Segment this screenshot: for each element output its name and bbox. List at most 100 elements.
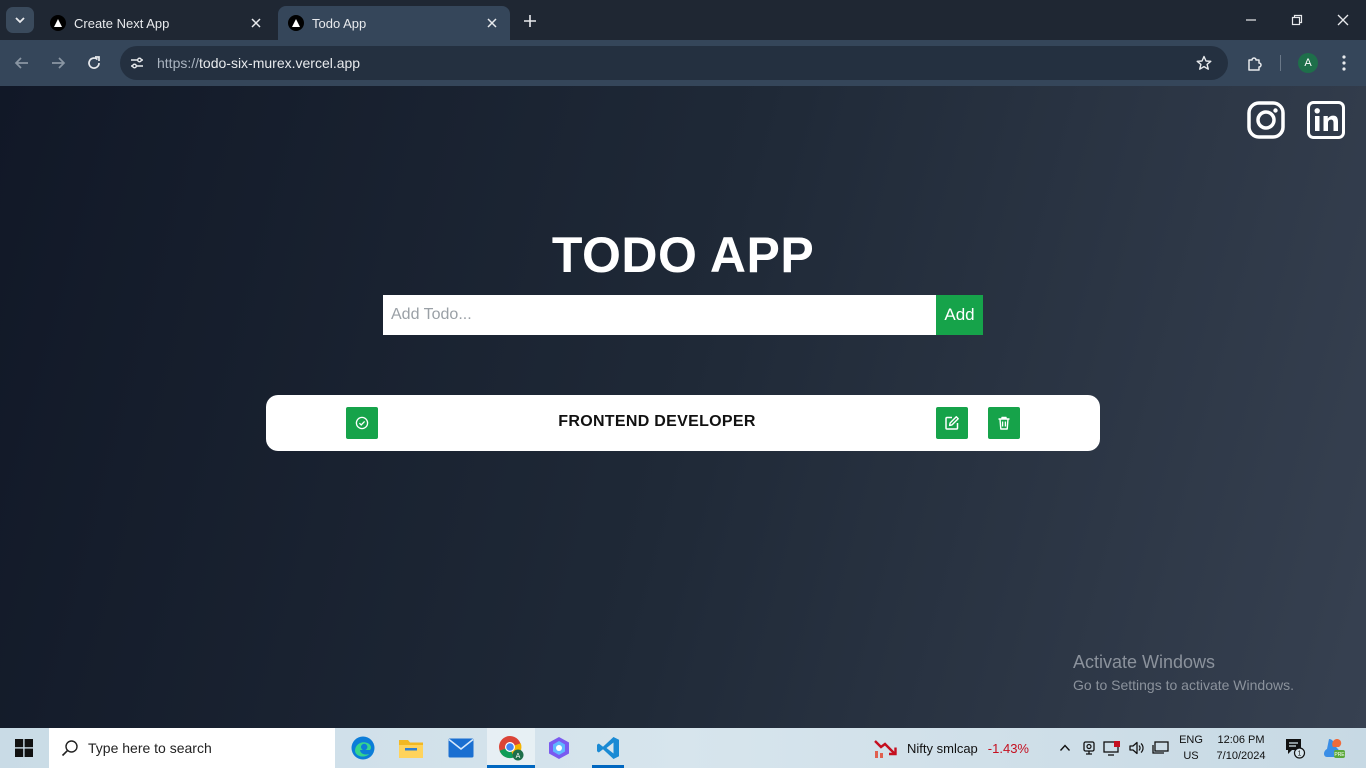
todo-item: FRONTEND DEVELOPER	[266, 395, 1100, 451]
tab-close-icon[interactable]	[246, 13, 266, 33]
todo-text: FRONTEND DEVELOPER	[558, 413, 756, 430]
puzzle-icon	[1248, 57, 1262, 71]
tray-volume[interactable]	[1126, 738, 1146, 758]
chevron-up-icon	[1059, 744, 1071, 751]
arrow-right-icon	[52, 57, 66, 69]
address-bar[interactable]: https://todo-six-murex.vercel.app	[120, 46, 1228, 80]
watermark-subtitle: Go to Settings to activate Windows.	[1073, 677, 1294, 693]
minimize-button[interactable]	[1239, 8, 1263, 32]
clock-time: 12:06 PM	[1217, 734, 1265, 746]
extensions-button[interactable]	[1243, 51, 1267, 75]
url-host: todo-six-murex.vercel.app	[199, 55, 361, 71]
clock[interactable]: 12:06 PM 7/10/2024	[1208, 732, 1274, 764]
show-hidden-icons-button[interactable]	[1055, 738, 1075, 758]
toolbar-separator	[1280, 55, 1281, 71]
activation-watermark: Activate Windows Go to Settings to activ…	[1073, 652, 1294, 693]
search-icon	[58, 736, 82, 760]
close-window-button[interactable]	[1331, 8, 1355, 32]
tab-title: Todo App	[312, 15, 367, 31]
instagram-link[interactable]	[1246, 100, 1286, 140]
speaker-icon	[1129, 741, 1144, 755]
windows-logo-icon	[15, 739, 33, 757]
page-title: TODO APP	[551, 227, 815, 283]
browser-tab-strip: Create Next App Todo App	[0, 0, 1366, 40]
copilot-icon	[549, 737, 569, 759]
taskbar-app-copilot[interactable]	[535, 728, 583, 768]
chevron-down-icon	[15, 17, 25, 24]
webcam-icon	[1083, 741, 1095, 755]
profile-button[interactable]: A	[1296, 51, 1320, 75]
nextjs-favicon-icon	[50, 15, 66, 31]
browser-menu-button[interactable]	[1332, 51, 1356, 75]
monitor-shield-icon	[1103, 741, 1120, 756]
new-tab-button[interactable]	[519, 10, 541, 32]
tab-close-icon[interactable]	[482, 13, 502, 33]
taskbar: Type here to search A Nifty smlcap -1.43…	[0, 728, 1366, 768]
url-scheme: https://	[157, 55, 200, 71]
arrow-left-icon	[14, 57, 28, 69]
trash-icon	[998, 416, 1010, 430]
chrome-icon: A	[499, 736, 524, 761]
stock-down-chart-icon	[874, 740, 897, 758]
delete-button[interactable]	[988, 407, 1020, 439]
url-text: https://todo-six-murex.vercel.app	[157, 55, 360, 71]
lang-region: US	[1183, 750, 1199, 762]
tab-create-next-app[interactable]: Create Next App	[40, 6, 274, 40]
avatar: A	[1298, 53, 1318, 73]
todo-input[interactable]	[383, 295, 936, 335]
clock-date: 7/10/2024	[1216, 750, 1266, 762]
site-info-icon[interactable]	[124, 50, 150, 76]
plus-icon	[524, 15, 536, 27]
linkedin-icon	[1307, 101, 1345, 139]
edit-button[interactable]	[936, 407, 968, 439]
kebab-menu-icon	[1342, 55, 1346, 71]
forward-button[interactable]	[46, 51, 70, 75]
tray-network[interactable]	[1151, 738, 1171, 758]
file-explorer-icon	[399, 740, 423, 758]
taskbar-app-chrome[interactable]: A	[487, 728, 535, 768]
tray-security[interactable]	[1102, 738, 1122, 758]
tab-search-button[interactable]	[6, 7, 34, 33]
add-button[interactable]: Add	[936, 295, 983, 335]
taskbar-app-file-explorer[interactable]	[387, 728, 435, 768]
taskbar-app-edge[interactable]	[339, 728, 387, 768]
tray-copilot[interactable]: PRE	[1321, 736, 1345, 760]
back-button[interactable]	[10, 51, 34, 75]
taskbar-app-mail[interactable]	[437, 728, 485, 768]
start-button[interactable]	[0, 728, 48, 768]
copilot-pre-icon: PRE	[1324, 739, 1345, 758]
language-indicator[interactable]: ENG US	[1177, 732, 1205, 764]
browser-toolbar: https://todo-six-murex.vercel.app A	[0, 40, 1366, 86]
bookmark-star-icon[interactable]	[1192, 51, 1216, 75]
instagram-icon	[1247, 101, 1285, 139]
widget-name: Nifty smlcap	[907, 740, 978, 756]
widget-change: -1.43%	[987, 740, 1029, 756]
notification-icon: 1	[1286, 739, 1306, 759]
stock-widget[interactable]: Nifty smlcap -1.43%	[873, 728, 1029, 768]
add-todo-form: Add	[383, 295, 983, 335]
close-icon	[1337, 14, 1349, 26]
edge-icon	[351, 736, 375, 760]
minimize-icon	[1246, 19, 1256, 21]
tab-todo-app[interactable]: Todo App	[278, 6, 510, 40]
restore-button[interactable]	[1285, 8, 1309, 32]
nextjs-favicon-icon	[288, 15, 304, 31]
reload-button[interactable]	[82, 51, 106, 75]
reload-icon	[88, 56, 100, 69]
ethernet-icon	[1152, 741, 1169, 754]
watermark-title: Activate Windows	[1073, 652, 1216, 672]
taskbar-app-vscode[interactable]	[584, 728, 632, 768]
restore-icon	[1291, 14, 1303, 26]
vscode-icon	[597, 737, 619, 759]
tray-meet-now[interactable]	[1079, 738, 1099, 758]
linkedin-link[interactable]	[1306, 100, 1346, 140]
notification-count: 1	[1298, 751, 1302, 758]
svg-text:A: A	[516, 753, 521, 760]
tab-title: Create Next App	[74, 15, 170, 31]
edit-icon	[945, 416, 959, 430]
notification-center-button[interactable]: 1	[1284, 737, 1306, 759]
page-viewport: TODO APP Add FRONTEND DEVELOPER Activate…	[0, 86, 1366, 728]
lang-code: ENG	[1179, 734, 1203, 746]
svg-text:PRE: PRE	[1334, 752, 1345, 758]
taskbar-search[interactable]: Type here to search	[49, 728, 335, 768]
